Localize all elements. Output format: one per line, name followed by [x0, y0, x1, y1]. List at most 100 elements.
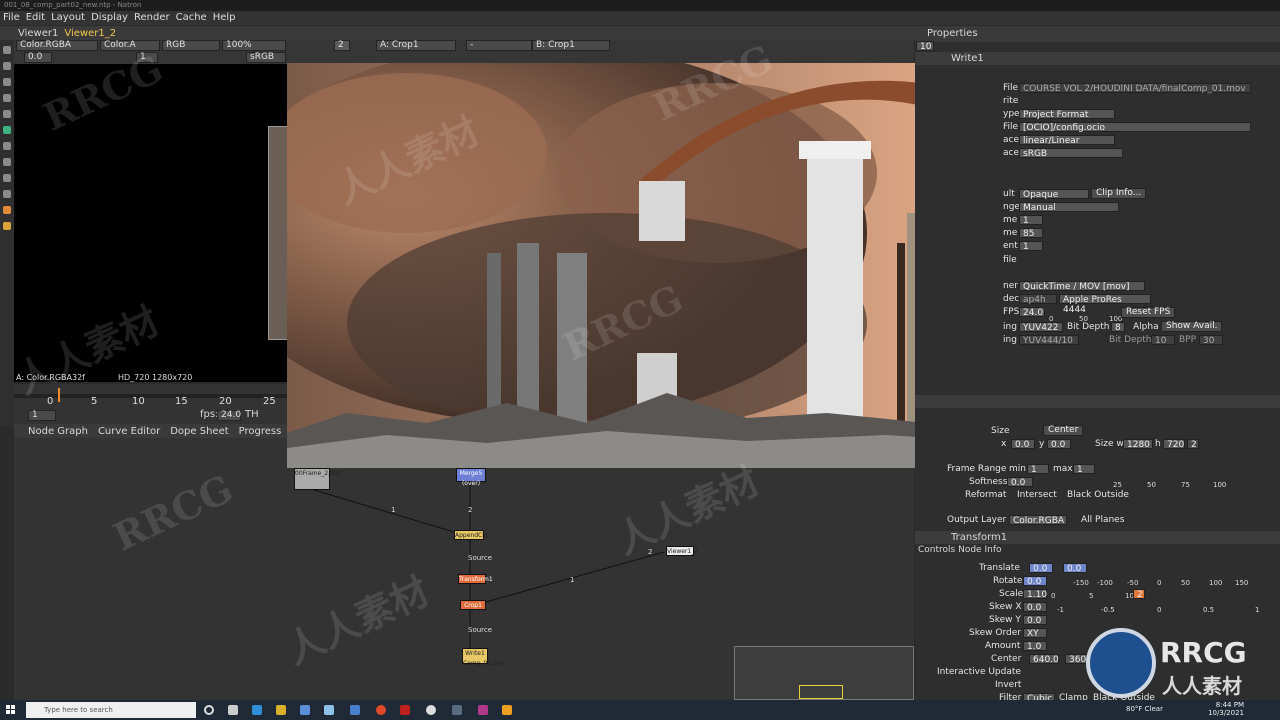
channels-select[interactable]: RGB — [162, 40, 220, 51]
crop-node[interactable]: Crop1 — [460, 600, 486, 610]
mail-icon[interactable] — [324, 705, 334, 715]
crop-h-field[interactable]: 720 — [1163, 439, 1185, 450]
tab-node-graph[interactable]: Node Graph — [28, 426, 88, 437]
tab-viewer1[interactable]: Viewer1 — [18, 28, 58, 39]
menu-render[interactable]: Render — [134, 11, 170, 25]
store-icon[interactable] — [300, 705, 310, 715]
tab-info[interactable]: Info — [984, 545, 1001, 555]
crop-dimension-toggle[interactable]: 2 — [1187, 439, 1199, 450]
center-button[interactable]: Center — [1043, 425, 1084, 436]
menu-help[interactable]: Help — [213, 11, 236, 25]
transform-node[interactable]: Transform1 — [458, 574, 493, 584]
app-icon[interactable] — [350, 705, 360, 715]
gain-field[interactable]: 0.0 — [24, 52, 52, 63]
skew-order-select[interactable]: XY — [1023, 628, 1047, 639]
frame-range-select[interactable]: Manual — [1019, 202, 1119, 213]
file-explorer-icon[interactable] — [276, 705, 286, 715]
channel-icon[interactable] — [3, 94, 11, 102]
alpha-select[interactable]: Color.A — [100, 40, 160, 51]
reset-fps-button[interactable]: Reset FPS — [1121, 307, 1176, 318]
time-icon[interactable] — [3, 78, 11, 86]
filter-icon[interactable] — [3, 126, 11, 134]
softness-field[interactable]: 0.0 — [1007, 477, 1033, 488]
edge-icon[interactable] — [252, 705, 262, 715]
tab-viewer1-2[interactable]: Viewer1_2 — [64, 28, 116, 39]
codec-select[interactable]: Apple ProRes 4444 — [1059, 294, 1151, 315]
write-node[interactable]: Write1 Comp_01.mov — [462, 648, 506, 667]
input-colorspace-select[interactable]: linear/Linear — [1019, 135, 1115, 146]
operation-select[interactable]: - — [466, 40, 532, 51]
tab-node[interactable]: Node — [958, 545, 982, 555]
image-icon[interactable] — [3, 46, 11, 54]
translate-y-field[interactable]: 0.0 — [1063, 563, 1087, 574]
first-frame-field[interactable]: 1 — [1019, 215, 1043, 226]
write-node-header[interactable]: Write1 — [915, 52, 1280, 65]
center-x-field[interactable]: 640.0 — [1029, 654, 1059, 665]
skew-x-field[interactable]: 0.0 — [1023, 602, 1047, 613]
premult-select[interactable]: Opaque — [1019, 189, 1089, 200]
tab-curve-editor[interactable]: Curve Editor — [98, 426, 160, 437]
input-b-select[interactable]: B: Crop1 — [532, 40, 610, 51]
merge-icon[interactable] — [3, 158, 11, 166]
tab-controls[interactable]: Controls — [918, 545, 955, 555]
paint-icon[interactable] — [3, 62, 11, 70]
vlc-icon[interactable] — [502, 705, 512, 715]
viewer-node[interactable]: Viewer1_2 — [666, 546, 698, 556]
clip-info-button[interactable]: Clip Info... — [1091, 188, 1147, 199]
amount-field[interactable]: 1.0 — [1023, 641, 1047, 652]
menu-cache[interactable]: Cache — [176, 11, 207, 25]
pdf-icon[interactable] — [400, 705, 410, 715]
app-icon-2[interactable] — [478, 705, 488, 715]
skew-y-field[interactable]: 0.0 — [1023, 615, 1047, 626]
output-colorspace-select[interactable]: sRGB — [1019, 148, 1123, 159]
max-field[interactable]: 1 — [1073, 464, 1095, 475]
scale-dimension-toggle[interactable]: 2 — [1133, 589, 1145, 600]
views-icon[interactable] — [3, 190, 11, 198]
bitdepth-select[interactable]: 8 — [1111, 322, 1125, 333]
keyer-icon[interactable] — [3, 142, 11, 150]
tab-progress[interactable]: Progress — [239, 426, 282, 437]
fps-field[interactable]: 24.0 — [217, 410, 241, 421]
weather-status[interactable]: 80°F Clear — [1126, 705, 1163, 713]
show-avail-button[interactable]: Show Avail. — [1161, 321, 1223, 332]
houdini-icon[interactable] — [452, 705, 462, 715]
fps-field[interactable]: 24.0 — [1019, 307, 1045, 318]
taskbar-search-input[interactable]: Type here to search — [26, 702, 196, 718]
plugin-icon[interactable] — [3, 222, 11, 230]
menu-file[interactable]: File — [3, 11, 20, 25]
menu-edit[interactable]: Edit — [26, 11, 45, 25]
color-icon[interactable] — [3, 110, 11, 118]
minimap-viewport[interactable] — [799, 685, 843, 699]
menu-display[interactable]: Display — [91, 11, 128, 25]
crop-w-field[interactable]: 1280 — [1123, 439, 1153, 450]
crop-y-field[interactable]: 0.0 — [1047, 439, 1071, 450]
append-clip-node[interactable]: AppendClip — [454, 530, 489, 540]
read-node[interactable]: 00Frame_2,000 — [294, 468, 342, 490]
timeline[interactable]: 0 5 10 15 20 25 1 fps: 24.0 TH — [14, 384, 288, 424]
format-type-select[interactable]: Project Format — [1019, 109, 1115, 120]
opera-icon[interactable] — [376, 705, 386, 715]
merge-node[interactable]: Merge5 (over) — [456, 468, 486, 487]
viewer-canvas[interactable] — [14, 64, 288, 382]
input-a-select[interactable]: A: Crop1 — [376, 40, 456, 51]
layer-select[interactable]: Color.RGBA — [16, 40, 98, 51]
encoding-select[interactable]: YUV422 — [1019, 322, 1063, 333]
obs-icon[interactable] — [426, 705, 436, 715]
transform-icon[interactable] — [3, 174, 11, 182]
ocio-config-field[interactable]: [OCIO]/config.ocio — [1019, 122, 1251, 133]
output-file-field[interactable]: COURSE VOL 2/HOUDINI DATA/finalComp_01.m… — [1019, 83, 1251, 94]
rotate-field[interactable]: 0.0 — [1023, 576, 1047, 587]
tab-dope-sheet[interactable]: Dope Sheet — [170, 426, 228, 437]
system-clock[interactable]: 8:44 PM 10/3/2021 — [1208, 701, 1244, 717]
cortana-icon[interactable] — [204, 705, 214, 715]
crop-x-field[interactable]: 0.0 — [1011, 439, 1035, 450]
windows-start-icon[interactable] — [6, 705, 16, 715]
increment-field[interactable]: 1 — [1019, 241, 1043, 252]
last-frame-field[interactable]: 85 — [1019, 228, 1043, 239]
gamma-field[interactable]: 1 — [136, 52, 158, 63]
zoom-select[interactable]: 100% — [222, 40, 286, 51]
min-field[interactable]: 1 — [1027, 464, 1049, 475]
output-layer-select[interactable]: Color.RGBA — [1009, 515, 1067, 526]
menu-layout[interactable]: Layout — [51, 11, 85, 25]
scale-field[interactable]: 1.10 — [1023, 589, 1047, 600]
